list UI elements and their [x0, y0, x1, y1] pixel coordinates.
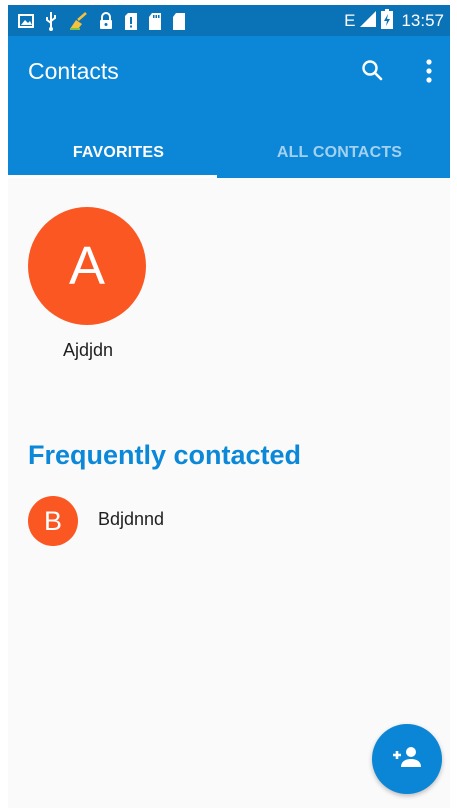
tab-bar: FAVORITES ALL CONTACTS [8, 128, 450, 178]
contacts-content: A Ajdjdn Frequently contacted B Bdjdnnd [8, 178, 450, 808]
avatar: A [28, 207, 146, 325]
frame-edge [0, 0, 457, 5]
section-title: Frequently contacted [28, 440, 302, 470]
contacts-screen: E 13:57 Contacts FAVORITES ALL CONTACTS [0, 0, 457, 808]
tab-all-contacts[interactable]: ALL CONTACTS [229, 128, 450, 178]
add-person-icon [392, 746, 422, 773]
add-contact-button[interactable] [372, 724, 442, 794]
battery-icon [381, 8, 394, 34]
avatar: B [28, 496, 78, 546]
frame-edge [0, 0, 8, 808]
usb-icon [44, 11, 58, 31]
status-bar: E 13:57 [8, 5, 450, 36]
cleaner-icon [68, 12, 88, 30]
more-options-button[interactable] [418, 58, 440, 88]
search-icon [361, 59, 383, 86]
signal-icon [359, 10, 377, 33]
notification-icons [18, 11, 186, 31]
lock-icon [98, 12, 114, 30]
tab-favorites[interactable]: FAVORITES [8, 128, 229, 178]
network-type-label: E [344, 11, 356, 30]
frame-edge [450, 0, 457, 808]
more-vert-icon [426, 58, 432, 88]
app-bar: Contacts FAVORITES ALL CONTACTS [8, 36, 450, 178]
system-status-icons: E 13:57 [344, 8, 444, 34]
status-time: 13:57 [401, 11, 444, 30]
sd-card-icon [172, 12, 186, 30]
sd-card-icon [148, 12, 162, 30]
image-icon [18, 14, 34, 28]
alert-sim-icon [124, 12, 138, 30]
page-title: Contacts [28, 58, 119, 84]
favorite-name: Ajdjdn [62, 340, 114, 360]
search-button[interactable] [358, 58, 386, 86]
list-item[interactable]: B Bdjdnnd [28, 495, 448, 547]
favorite-contact[interactable]: A Ajdjdn [28, 207, 148, 360]
contact-name: Bdjdnnd [98, 509, 165, 529]
